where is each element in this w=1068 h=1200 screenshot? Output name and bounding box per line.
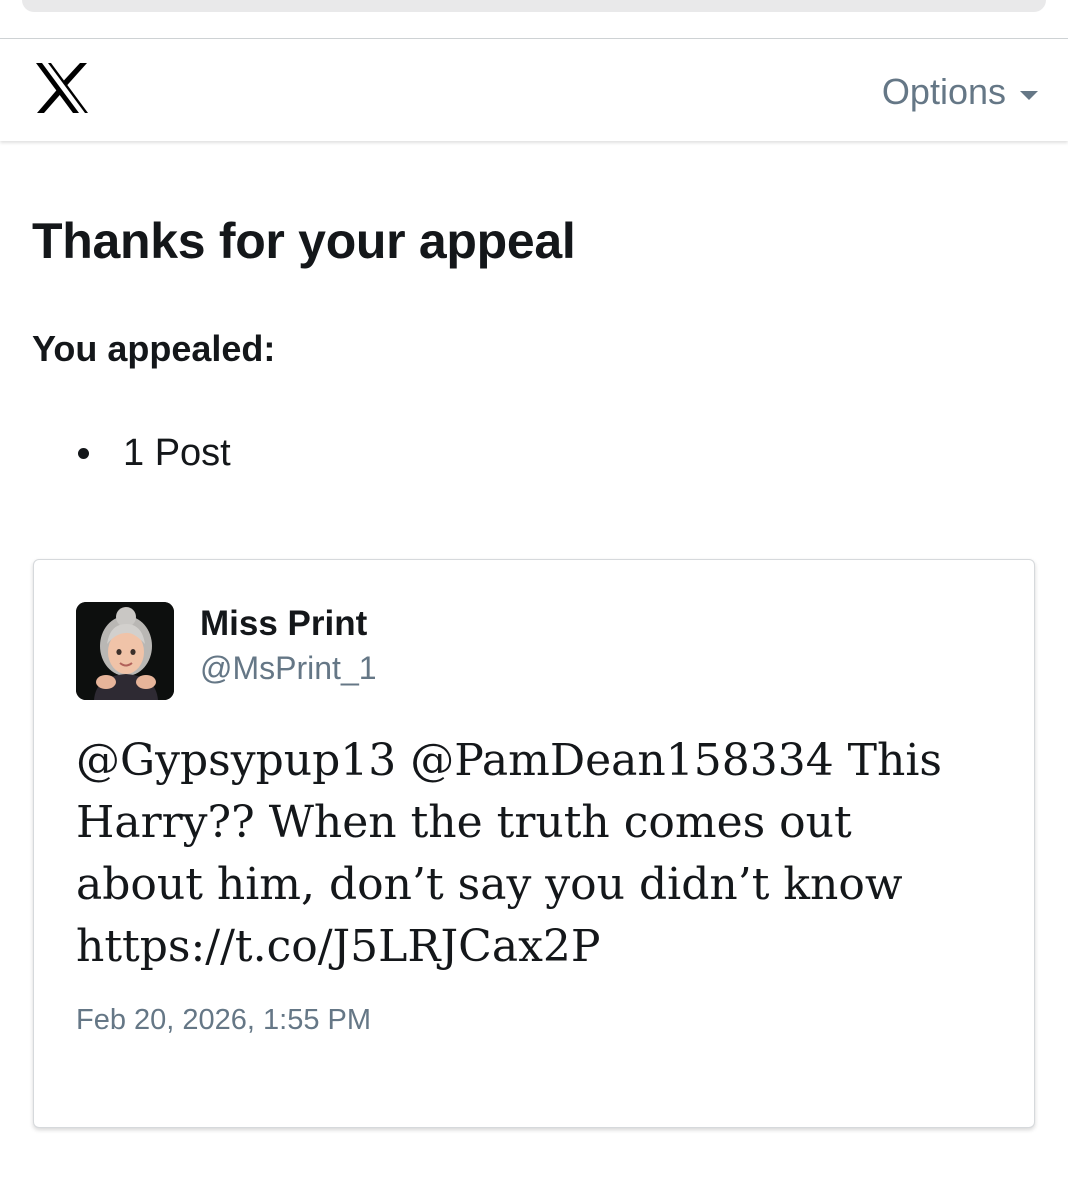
post-author-handle[interactable]: @MsPrint_1: [200, 650, 377, 687]
appealed-heading: You appealed:: [32, 328, 276, 369]
appealed-post-card: Miss Print @MsPrint_1 @Gypsypup13 @PamDe…: [33, 559, 1035, 1128]
post-author-name[interactable]: Miss Print: [200, 604, 367, 644]
appealed-item-label: 1 Post: [123, 432, 231, 474]
x-logo-icon[interactable]: [34, 61, 90, 115]
browser-address-bar-edge: [22, 0, 1046, 12]
appealed-items-list: 1 Post: [78, 432, 231, 475]
app-header: Options: [0, 39, 1068, 141]
memoji-avatar-icon[interactable]: [76, 602, 174, 700]
post-timestamp: Feb 20, 2026, 1:55 PM: [76, 1004, 372, 1036]
options-dropdown[interactable]: Options: [882, 71, 1038, 113]
post-text: @Gypsypup13 @PamDean158334 This Harry?? …: [76, 735, 943, 972]
options-label: Options: [881, 71, 1006, 112]
list-item: 1 Post: [78, 432, 231, 475]
bullet-icon: [78, 448, 89, 459]
browser-top-strip: [0, 0, 1068, 39]
page-title: Thanks for your appeal: [32, 213, 576, 269]
caret-down-icon: [1020, 90, 1038, 100]
